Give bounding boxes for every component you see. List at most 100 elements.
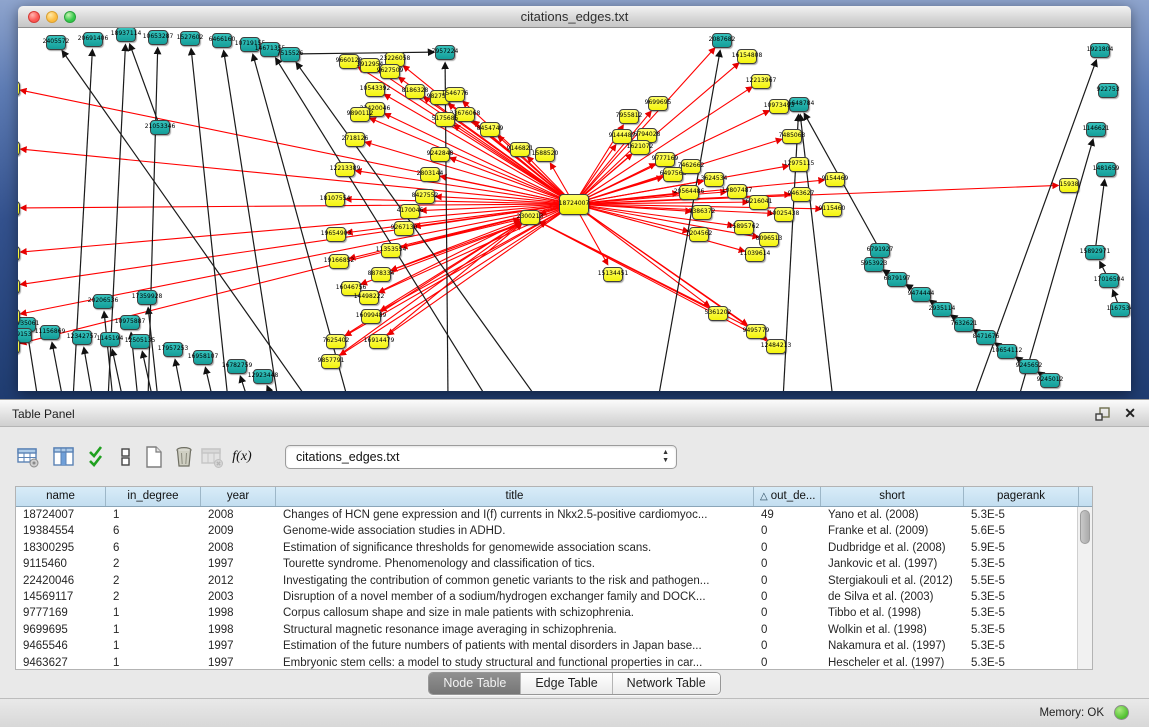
graph-node[interactable]: 15892971: [1085, 245, 1105, 260]
row-height-icon[interactable]: [112, 443, 140, 471]
table-row[interactable]: 969969511998Structural magnetic resonanc…: [16, 622, 1092, 638]
graph-node[interactable]: 2087682: [712, 33, 732, 48]
graph-node[interactable]: 8878334: [371, 267, 391, 282]
tab-edge-table[interactable]: Edge Table: [521, 673, 612, 694]
graph-node[interactable]: [18, 279, 20, 294]
graph-node[interactable]: 8427552: [415, 189, 435, 204]
graph-node[interactable]: 9146821: [510, 142, 530, 157]
graph-node[interactable]: 1546776: [445, 87, 465, 102]
graph-node[interactable]: 12342757: [72, 330, 92, 345]
graph-node[interactable]: 9144487: [612, 129, 632, 144]
graph-node[interactable]: 10975887: [120, 315, 140, 330]
show-column-icon[interactable]: [50, 443, 78, 471]
table-row[interactable]: 1938455462009Genome-wide association stu…: [16, 523, 1092, 539]
graph-node[interactable]: 19654903: [326, 227, 346, 242]
graph-node[interactable]: 9495779: [746, 324, 766, 339]
graph-node[interactable]: 16782759: [227, 359, 247, 374]
graph-node[interactable]: 7485063: [782, 129, 802, 144]
table-settings-icon[interactable]: [14, 443, 42, 471]
graph-node[interactable]: 1588520: [535, 147, 555, 162]
graph-node[interactable]: 7204562: [689, 227, 709, 242]
graph-node[interactable]: 20564486: [679, 185, 699, 200]
graph-node[interactable]: 1145194: [100, 332, 120, 347]
graph-node[interactable]: 6466160: [212, 33, 232, 48]
graph-node[interactable]: 8096513: [759, 232, 779, 247]
column-header-in_degree[interactable]: in_degree: [106, 487, 201, 506]
graph-node[interactable]: 2718126: [345, 132, 365, 147]
graph-node[interactable]: 9857791: [321, 354, 341, 369]
table-row[interactable]: 1872400712008Changes of HCN gene express…: [16, 507, 1092, 523]
graph-node[interactable]: 17016504: [1099, 273, 1119, 288]
graph-node[interactable]: 18107554: [325, 192, 345, 207]
graph-node[interactable]: 6216041: [749, 195, 769, 210]
select-rows-icon[interactable]: [84, 443, 112, 471]
graph-node[interactable]: 11156869: [40, 325, 60, 340]
graph-node[interactable]: 1167534: [1110, 302, 1130, 317]
graph-node[interactable]: 12505135: [130, 334, 150, 349]
graph-node[interactable]: 10973493: [769, 99, 789, 114]
graph-node[interactable]: 7386372: [692, 205, 712, 220]
graph-node[interactable]: 5175685: [435, 112, 455, 127]
graph-node[interactable]: 12484213: [766, 339, 786, 354]
table-row[interactable]: 911546021997Tourette syndrome. Phenomeno…: [16, 556, 1092, 572]
table-row[interactable]: 2242004622012Investigating the contribut…: [16, 573, 1092, 589]
tab-network-table[interactable]: Network Table: [613, 673, 720, 694]
graph-node[interactable]: 7625402: [326, 334, 346, 349]
graph-node[interactable]: 21053346: [150, 120, 170, 135]
scrollbar-thumb[interactable]: [1080, 510, 1090, 544]
graph-node[interactable]: 7515526: [280, 47, 300, 62]
graph-node[interactable]: [18, 141, 20, 156]
close-panel-icon[interactable]: ✕: [1124, 405, 1136, 422]
graph-node[interactable]: 9699695: [648, 96, 668, 111]
graph-node[interactable]: [18, 201, 20, 216]
graph-node[interactable]: 17957253: [163, 342, 183, 357]
graph-node[interactable]: 20206536: [93, 294, 113, 309]
graph-node[interactable]: 9267130: [394, 221, 414, 236]
vertical-scrollbar[interactable]: [1077, 507, 1092, 669]
graph-node[interactable]: 922753: [1098, 83, 1118, 98]
trash-icon[interactable]: [170, 443, 198, 471]
graph-node[interactable]: 17359928: [137, 290, 157, 305]
column-header-short[interactable]: short: [821, 487, 964, 506]
graph-node[interactable]: 12213389: [335, 162, 355, 177]
column-header-name[interactable]: name: [16, 487, 106, 506]
graph-node[interactable]: 20691406: [83, 32, 103, 47]
graph-node[interactable]: 2405572: [46, 35, 66, 50]
graph-node[interactable]: 8186328: [405, 84, 425, 99]
table-row[interactable]: 977716911998Corpus callosum shape and si…: [16, 605, 1092, 621]
graph-node[interactable]: 7957224: [435, 45, 455, 60]
graph-node[interactable]: 18937114: [116, 28, 136, 42]
graph-node[interactable]: 9245652: [1019, 359, 1039, 374]
graph-node[interactable]: 11353554: [381, 243, 401, 258]
table-row[interactable]: 946554611997Estimation of the future num…: [16, 638, 1092, 654]
column-header-out_de[interactable]: △out_de...: [754, 487, 821, 506]
graph-node[interactable]: 39153: [18, 328, 32, 343]
graph-node[interactable]: 9890112: [350, 107, 370, 122]
network-canvas[interactable]: 2405572206914061893711410653287152760264…: [18, 28, 1131, 391]
graph-node[interactable]: 10543392: [365, 82, 385, 97]
graph-node[interactable]: 6791927: [870, 243, 890, 258]
graph-node[interactable]: 4170046: [400, 204, 420, 219]
graph-node[interactable]: 9242848: [430, 147, 450, 162]
graph-node[interactable]: 15134451: [603, 267, 623, 282]
graph-node[interactable]: 16099489: [361, 309, 381, 324]
graph-node[interactable]: 16914479: [369, 334, 389, 349]
graph-node[interactable]: 10653287: [148, 30, 168, 45]
column-header-year[interactable]: year: [201, 487, 276, 506]
graph-node[interactable]: 9777169: [655, 152, 675, 167]
graph-node[interactable]: [18, 339, 20, 354]
graph-node[interactable]: [18, 81, 20, 96]
table-selector-dropdown[interactable]: citations_edges.txt ▲▼: [285, 445, 677, 469]
graph-node[interactable]: 1481659: [1096, 162, 1116, 177]
graph-node[interactable]: 10654112: [997, 344, 1017, 359]
graph-node[interactable]: 15938: [1059, 178, 1079, 193]
graph-node[interactable]: 16958107: [193, 350, 213, 365]
graph-node[interactable]: 8471676: [976, 330, 996, 345]
graph-node[interactable]: 14498222: [359, 290, 379, 305]
graph-node[interactable]: 8454749: [480, 122, 500, 137]
table-row[interactable]: 1830029562008Estimation of significance …: [16, 540, 1092, 556]
graph-node[interactable]: 16154808: [737, 49, 757, 64]
graph-node[interactable]: 1146621: [1086, 122, 1106, 137]
graph-node[interactable]: 5361202: [708, 306, 728, 321]
graph-node[interactable]: 2803144: [420, 167, 440, 182]
